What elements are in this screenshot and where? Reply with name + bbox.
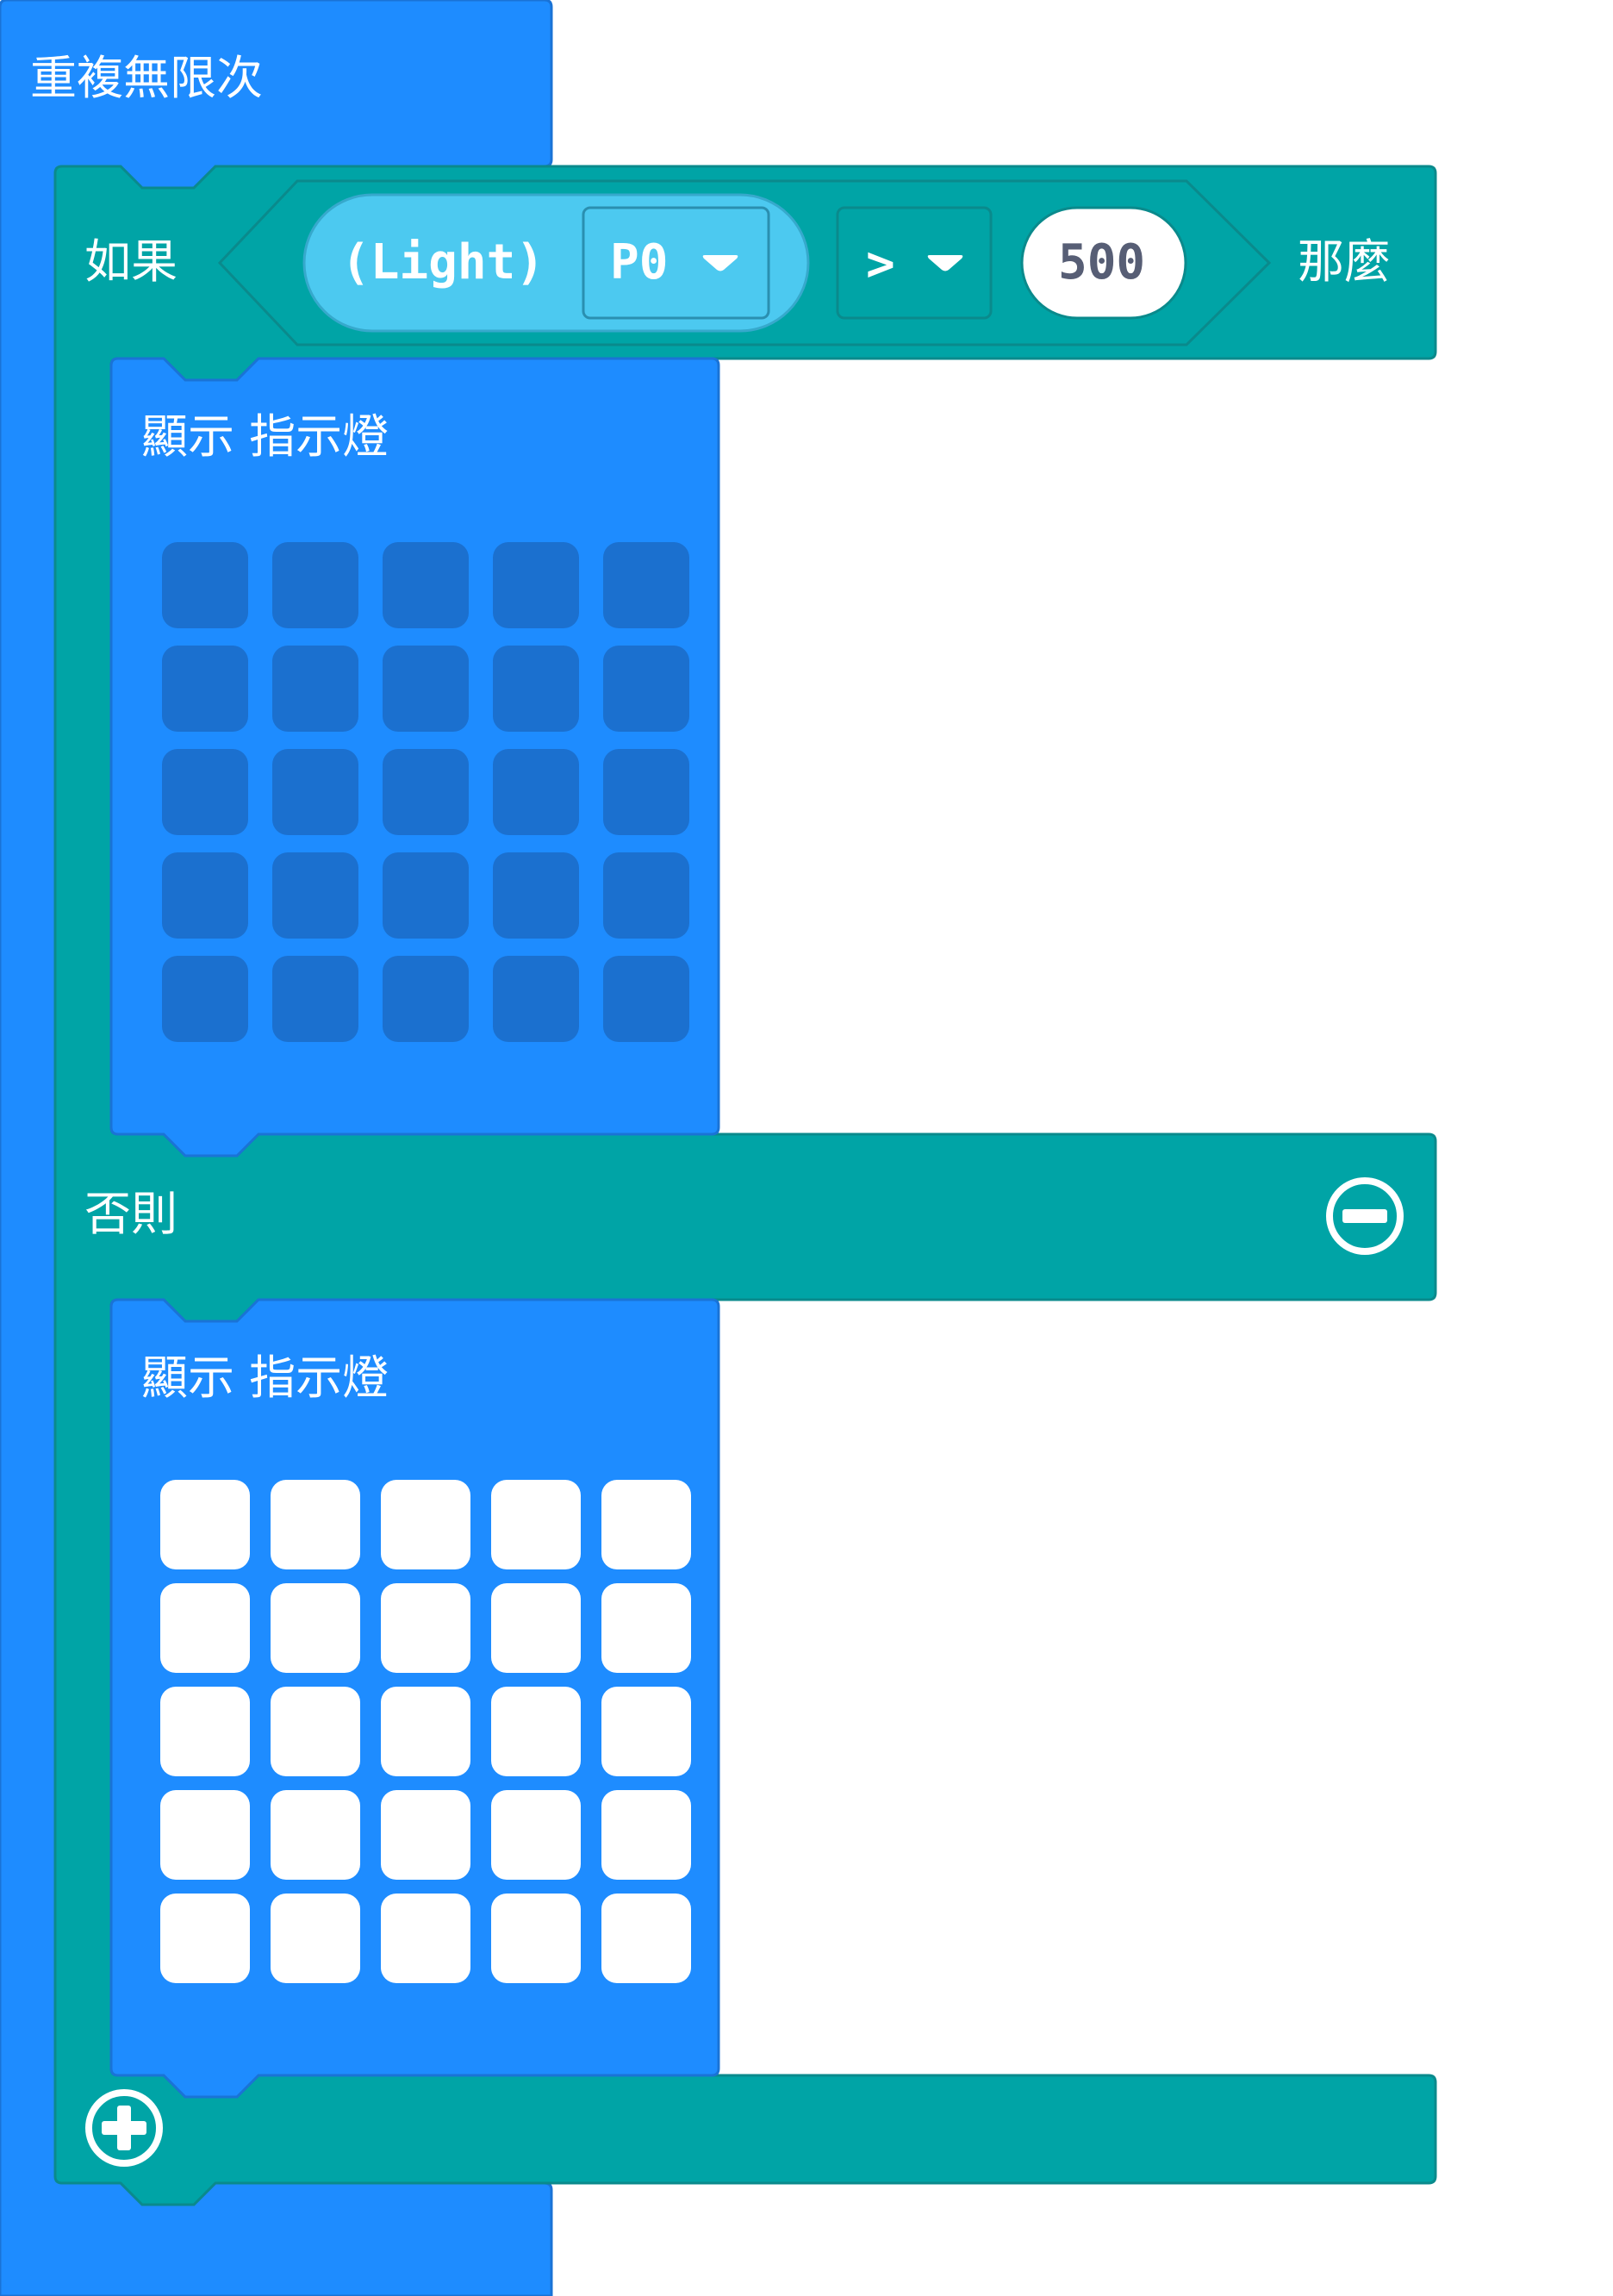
led-cell-r4-c2[interactable] bbox=[383, 956, 469, 1042]
led-cell-r1-c2[interactable] bbox=[381, 1583, 470, 1673]
led-cell-r3-c1[interactable] bbox=[271, 1790, 360, 1880]
led-cell-r3-c0[interactable] bbox=[162, 852, 248, 939]
led-cell-r4-c0[interactable] bbox=[160, 1894, 250, 1983]
led-cell-r2-c4[interactable] bbox=[601, 1687, 691, 1776]
led-cell-r2-c3[interactable] bbox=[493, 749, 579, 835]
then-label: 那麼 bbox=[1298, 234, 1391, 289]
blocks-workspace: 重複無限次 如果 (Light) P0 > 500 那麼 顯示 指示燈 否則 顯… bbox=[0, 0, 1613, 2296]
led-cell-r3-c0[interactable] bbox=[160, 1790, 250, 1880]
led-cell-r0-c0[interactable] bbox=[160, 1480, 250, 1569]
led-cell-r0-c3[interactable] bbox=[491, 1480, 581, 1569]
sensor-text: (Light) bbox=[341, 234, 545, 290]
else-label: 否則 bbox=[84, 1187, 177, 1241]
forever-label: 重複無限次 bbox=[30, 51, 263, 105]
led-cell-r1-c1[interactable] bbox=[272, 646, 358, 732]
led-cell-r2-c2[interactable] bbox=[383, 749, 469, 835]
led-cell-r0-c4[interactable] bbox=[603, 542, 689, 628]
show-leds-label-else: 顯示 指示燈 bbox=[141, 1351, 389, 1405]
led-cell-r4-c4[interactable] bbox=[603, 956, 689, 1042]
led-grid-then bbox=[162, 542, 689, 1042]
led-cell-r3-c3[interactable] bbox=[493, 852, 579, 939]
led-cell-r3-c3[interactable] bbox=[491, 1790, 581, 1880]
pin-value: P0 bbox=[610, 234, 669, 290]
led-cell-r1-c3[interactable] bbox=[491, 1583, 581, 1673]
led-cell-r2-c0[interactable] bbox=[160, 1687, 250, 1776]
operator-dropdown[interactable] bbox=[836, 206, 993, 320]
led-cell-r0-c1[interactable] bbox=[272, 542, 358, 628]
led-cell-r2-c3[interactable] bbox=[491, 1687, 581, 1776]
led-cell-r1-c3[interactable] bbox=[493, 646, 579, 732]
led-cell-r1-c1[interactable] bbox=[271, 1583, 360, 1673]
led-cell-r2-c4[interactable] bbox=[603, 749, 689, 835]
led-cell-r4-c3[interactable] bbox=[491, 1894, 581, 1983]
led-cell-r1-c0[interactable] bbox=[162, 646, 248, 732]
operator-value: > bbox=[866, 236, 895, 292]
led-cell-r3-c1[interactable] bbox=[272, 852, 358, 939]
led-cell-r3-c2[interactable] bbox=[383, 852, 469, 939]
led-cell-r4-c3[interactable] bbox=[493, 956, 579, 1042]
led-cell-r3-c4[interactable] bbox=[603, 852, 689, 939]
led-cell-r2-c1[interactable] bbox=[272, 749, 358, 835]
threshold-value: 500 bbox=[1058, 234, 1146, 290]
led-cell-r1-c2[interactable] bbox=[383, 646, 469, 732]
led-cell-r0-c4[interactable] bbox=[601, 1480, 691, 1569]
show-leds-label-then: 顯示 指示燈 bbox=[141, 409, 389, 464]
led-cell-r3-c2[interactable] bbox=[381, 1790, 470, 1880]
led-cell-r2-c2[interactable] bbox=[381, 1687, 470, 1776]
led-cell-r4-c0[interactable] bbox=[162, 956, 248, 1042]
led-grid-else bbox=[160, 1480, 691, 1983]
led-cell-r2-c0[interactable] bbox=[162, 749, 248, 835]
led-cell-r0-c1[interactable] bbox=[271, 1480, 360, 1569]
led-cell-r1-c4[interactable] bbox=[603, 646, 689, 732]
led-cell-r0-c2[interactable] bbox=[383, 542, 469, 628]
led-cell-r4-c2[interactable] bbox=[381, 1894, 470, 1983]
led-cell-r1-c0[interactable] bbox=[160, 1583, 250, 1673]
led-cell-r4-c4[interactable] bbox=[601, 1894, 691, 1983]
led-cell-r3-c4[interactable] bbox=[601, 1790, 691, 1880]
led-cell-r0-c3[interactable] bbox=[493, 542, 579, 628]
led-cell-r4-c1[interactable] bbox=[272, 956, 358, 1042]
led-cell-r4-c1[interactable] bbox=[271, 1894, 360, 1983]
if-label: 如果 bbox=[84, 234, 177, 289]
led-cell-r0-c2[interactable] bbox=[381, 1480, 470, 1569]
led-cell-r2-c1[interactable] bbox=[271, 1687, 360, 1776]
led-cell-r0-c0[interactable] bbox=[162, 542, 248, 628]
led-cell-r1-c4[interactable] bbox=[601, 1583, 691, 1673]
